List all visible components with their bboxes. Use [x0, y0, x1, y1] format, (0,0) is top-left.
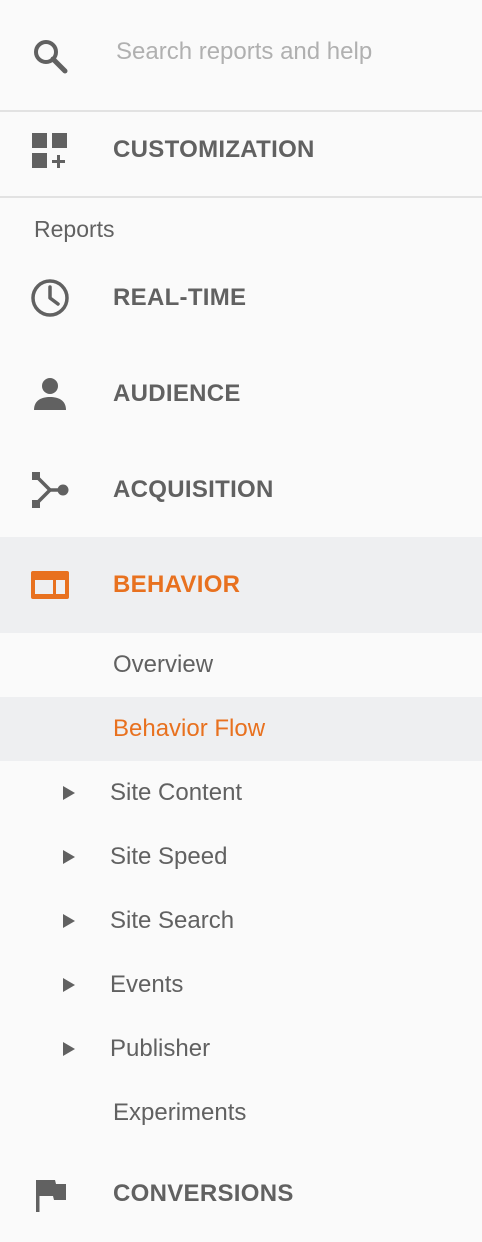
sub-item-label: Publisher [110, 1035, 211, 1062]
sub-item-publisher[interactable]: Publisher [0, 1017, 482, 1081]
sub-item-label: Site Search [110, 907, 235, 934]
sub-item-experiments[interactable]: Experiments [0, 1081, 482, 1145]
sub-item-site-speed[interactable]: Site Speed [0, 825, 482, 889]
expand-arrow-icon[interactable] [62, 913, 76, 929]
nav-item-customization[interactable]: CUSTOMIZATION [0, 112, 482, 198]
person-icon [34, 378, 66, 410]
expand-arrow-icon[interactable] [62, 785, 76, 801]
sub-item-label: Experiments [113, 1099, 247, 1126]
nav-item-label: CONVERSIONS [113, 1180, 294, 1207]
flag-icon [36, 1180, 66, 1212]
nav-item-label: AUDIENCE [113, 380, 241, 407]
browser-window-icon [31, 571, 69, 599]
sub-item-label: Site Content [110, 779, 243, 806]
nav-item-label: CUSTOMIZATION [113, 136, 315, 163]
sub-item-label: Overview [113, 651, 214, 678]
nav-item-acquisition[interactable]: ACQUISITION [0, 442, 482, 538]
expand-arrow-icon[interactable] [62, 849, 76, 865]
sub-item-label: Behavior Flow [113, 715, 266, 742]
nav-item-real-time[interactable]: REAL-TIME [0, 250, 482, 346]
nav-item-behavior[interactable]: BEHAVIOR [0, 537, 482, 633]
sub-item-behavior-flow[interactable]: Behavior Flow [0, 697, 482, 761]
acquisition-icon [32, 472, 69, 508]
sub-item-site-content[interactable]: Site Content [0, 761, 482, 825]
sub-item-overview[interactable]: Overview [0, 633, 482, 697]
reports-section-title: Reports [34, 216, 115, 242]
nav-item-label: REAL-TIME [113, 284, 247, 311]
dashboard-add-icon [32, 133, 67, 168]
nav-item-label: ACQUISITION [113, 476, 274, 503]
sub-item-events[interactable]: Events [0, 953, 482, 1017]
sub-item-label: Site Speed [110, 843, 228, 870]
nav-item-audience[interactable]: AUDIENCE [0, 346, 482, 442]
search-bar[interactable]: Search reports and help [0, 0, 482, 112]
clock-icon [31, 279, 69, 317]
nav-item-label: BEHAVIOR [113, 571, 241, 598]
sub-item-label: Events [110, 971, 184, 998]
search-icon[interactable] [30, 36, 70, 76]
sub-item-site-search[interactable]: Site Search [0, 889, 482, 953]
search-input[interactable]: Search reports and help [116, 38, 372, 66]
expand-arrow-icon[interactable] [62, 1041, 76, 1057]
expand-arrow-icon[interactable] [62, 977, 76, 993]
